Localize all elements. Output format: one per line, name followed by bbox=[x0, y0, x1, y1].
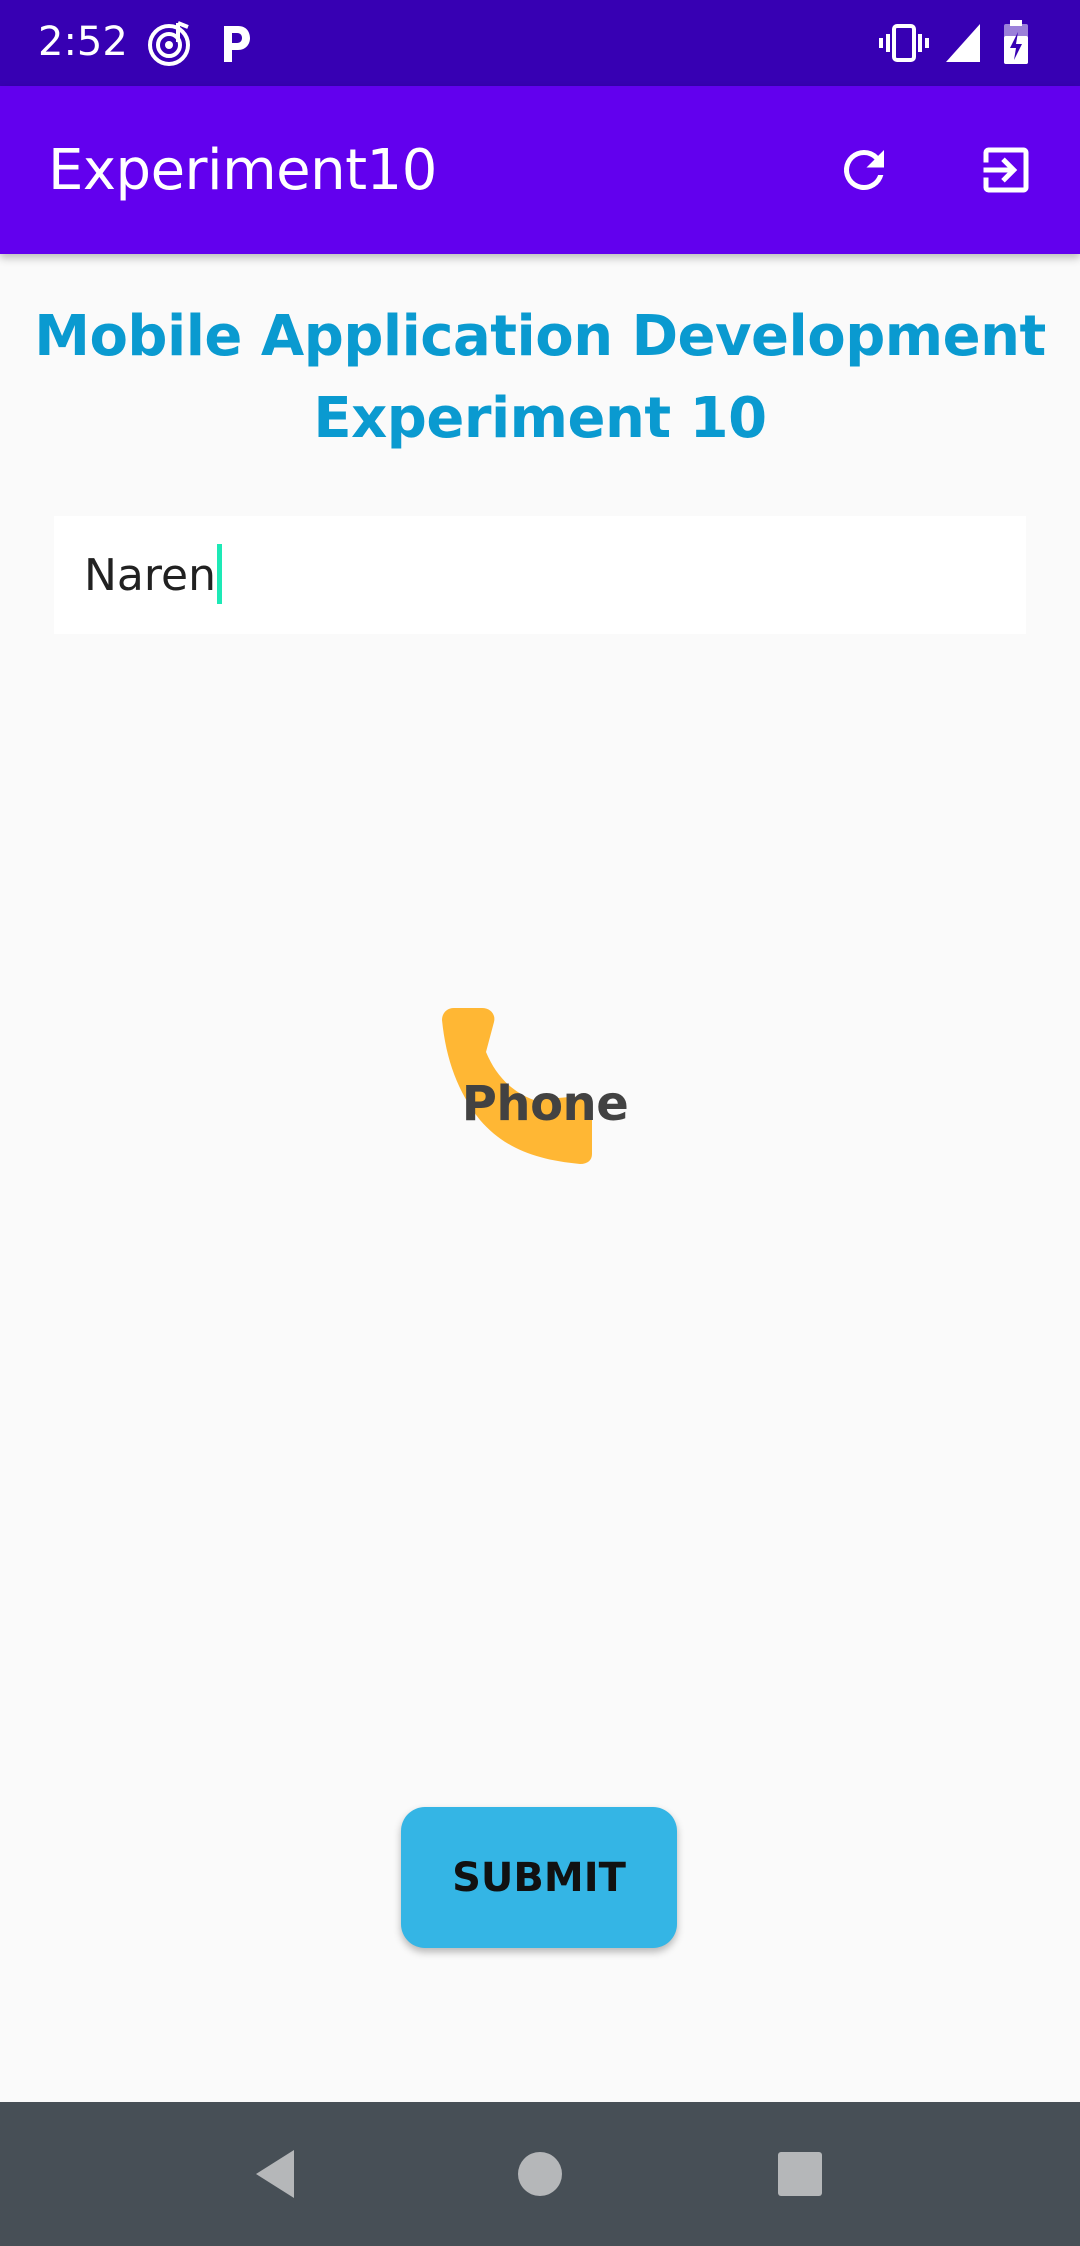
signal-icon bbox=[944, 18, 982, 68]
name-input-text[interactable]: Naren bbox=[84, 544, 222, 604]
app-bar: Experiment10 bbox=[0, 86, 1080, 254]
battery-charging-icon bbox=[1002, 18, 1030, 68]
heading-line-2: Experiment 10 bbox=[313, 386, 767, 451]
phone-button[interactable]: Phone bbox=[440, 1000, 640, 1180]
text-cursor bbox=[216, 544, 222, 604]
page-heading: Mobile Application Development Experimen… bbox=[0, 296, 1080, 460]
music-notification-icon bbox=[146, 18, 196, 68]
status-bar: 2:52 bbox=[0, 0, 1080, 86]
home-icon[interactable] bbox=[510, 2144, 570, 2204]
navigation-bar bbox=[0, 2102, 1080, 2246]
parking-notification-icon bbox=[218, 18, 254, 68]
name-input-value: Naren bbox=[84, 550, 216, 601]
phone-label: Phone bbox=[461, 1076, 629, 1132]
name-input[interactable]: Naren bbox=[54, 516, 1026, 634]
refresh-icon[interactable] bbox=[834, 140, 894, 200]
heading-line-1: Mobile Application Development bbox=[34, 304, 1046, 369]
recents-icon[interactable] bbox=[770, 2144, 830, 2204]
exit-icon[interactable] bbox=[976, 140, 1036, 200]
vibrate-icon bbox=[878, 18, 930, 68]
app-title: Experiment10 bbox=[48, 138, 437, 203]
status-time: 2:52 bbox=[38, 19, 128, 65]
back-icon[interactable] bbox=[246, 2144, 306, 2204]
submit-button[interactable]: SUBMIT bbox=[401, 1807, 677, 1948]
